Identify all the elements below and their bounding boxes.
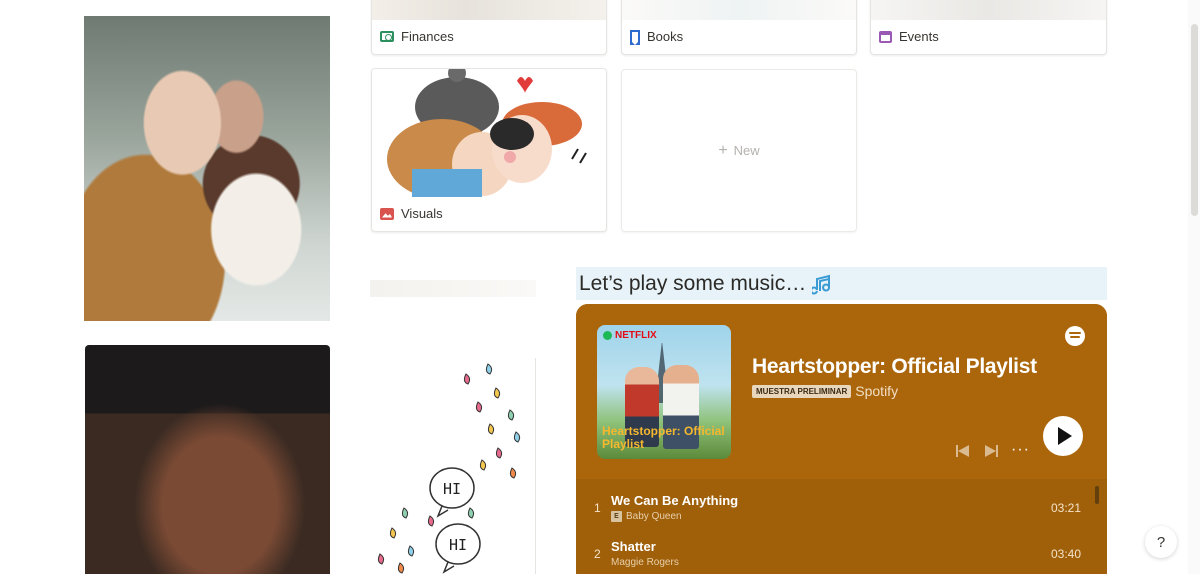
netflix-logo: NETFLIX xyxy=(603,330,657,341)
card-cover xyxy=(372,0,606,20)
track-number: 1 xyxy=(594,501,601,515)
playlist-cover[interactable]: NETFLIX Heartstopper: Official Playlist xyxy=(597,325,731,459)
doodle-bubble-text: HI xyxy=(449,536,467,554)
notion-page: Finances Books Events Visuals + New HI H… xyxy=(0,0,1200,574)
heading-text: Let’s play some music… xyxy=(579,271,807,295)
hi-doodle-image: HI HI xyxy=(370,358,536,574)
photo-boys-with-dog xyxy=(84,16,330,321)
card-label: Visuals xyxy=(380,206,443,221)
card-title: Finances xyxy=(401,29,454,44)
card-cover xyxy=(622,0,856,20)
track-number: 2 xyxy=(594,547,601,561)
next-track-icon[interactable] xyxy=(984,445,998,457)
card-title: Events xyxy=(899,29,939,44)
track-name: We Can Be Anything xyxy=(611,493,739,508)
more-options-button[interactable]: ··· xyxy=(1011,441,1030,459)
help-button[interactable]: ? xyxy=(1145,526,1177,558)
track-row[interactable]: 1 We Can Be Anything E Baby Queen 03:21 xyxy=(576,487,1107,531)
gallery-card-books[interactable]: Books xyxy=(621,0,857,55)
cover-title: Heartstopper: Official Playlist xyxy=(602,424,725,451)
scrollbar-thumb[interactable] xyxy=(1191,24,1198,216)
playlist-subtitle: MUESTRA PRELIMINAR Spotify xyxy=(752,383,898,399)
playlist-title[interactable]: Heartstopper: Official Playlist xyxy=(752,355,1037,379)
playlist-owner[interactable]: Spotify xyxy=(855,383,898,399)
cover-brand: NETFLIX xyxy=(615,330,657,341)
track-row[interactable]: 2 Shatter Maggie Rogers 03:40 xyxy=(576,533,1107,574)
track-duration: 03:21 xyxy=(1050,501,1081,515)
card-label: Events xyxy=(879,29,939,44)
track-artist: E Baby Queen xyxy=(611,511,682,522)
card-label: Finances xyxy=(380,29,454,44)
kiss-illustration xyxy=(372,69,606,199)
spotify-embed: NETFLIX Heartstopper: Official Playlist … xyxy=(576,304,1107,574)
image-icon xyxy=(380,207,394,220)
gallery-card-events[interactable]: Events xyxy=(870,0,1107,55)
bookmark-icon xyxy=(630,30,640,45)
music-notes-icon xyxy=(812,274,831,294)
new-card-button[interactable]: + New xyxy=(621,69,857,232)
calendar-icon xyxy=(879,30,892,43)
spotify-small-icon xyxy=(603,331,612,340)
spotify-header: NETFLIX Heartstopper: Official Playlist … xyxy=(576,304,1107,479)
card-label: Books xyxy=(630,29,684,45)
play-button[interactable] xyxy=(1043,416,1083,456)
preview-badge: MUESTRA PRELIMINAR xyxy=(752,384,852,398)
track-list: 1 We Can Be Anything E Baby Queen 03:21 … xyxy=(576,479,1107,574)
track-name: Shatter xyxy=(611,539,656,554)
artist-name: Maggie Rogers xyxy=(611,557,679,568)
gallery-card-finances[interactable]: Finances xyxy=(371,0,607,55)
card-title: Visuals xyxy=(401,206,443,221)
card-cover xyxy=(871,0,1106,20)
gallery-card-visuals[interactable]: Visuals xyxy=(371,68,607,232)
doodle-bubble-text: HI xyxy=(443,480,461,498)
spotify-logo-icon[interactable] xyxy=(1065,326,1085,346)
leaves-illustration: HI HI xyxy=(377,363,521,574)
card-cover xyxy=(372,69,606,199)
money-icon xyxy=(380,31,394,42)
previous-track-icon[interactable] xyxy=(956,445,970,457)
track-artist: Maggie Rogers xyxy=(611,557,679,568)
music-heading: Let’s play some music… xyxy=(576,267,1107,300)
explicit-badge: E xyxy=(611,511,622,522)
new-label: New xyxy=(733,143,760,158)
track-list-scrollbar[interactable] xyxy=(1095,486,1099,504)
artist-name: Baby Queen xyxy=(626,511,682,522)
track-duration: 03:40 xyxy=(1050,547,1081,561)
card-title: Books xyxy=(647,29,684,44)
doodle-banner xyxy=(370,280,536,297)
page-scrollbar[interactable] xyxy=(1188,0,1200,574)
plus-icon: + xyxy=(718,141,728,159)
photo-dark xyxy=(85,345,330,574)
